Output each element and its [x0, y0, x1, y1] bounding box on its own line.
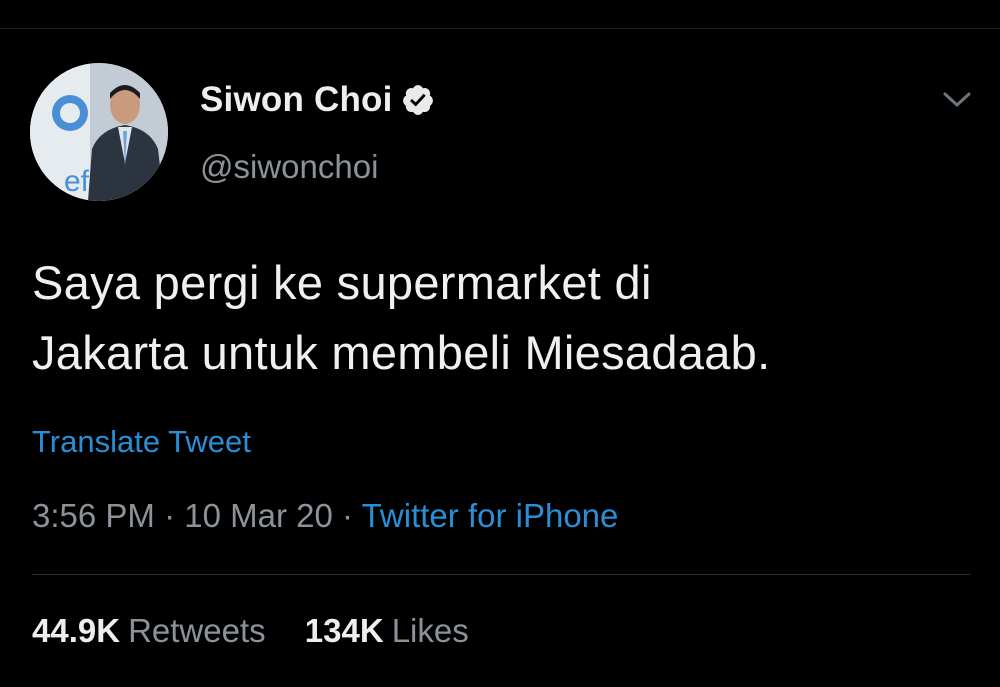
svg-text:ef: ef	[64, 165, 90, 198]
retweets-count: 44.9K	[32, 612, 121, 649]
tweet-source-link[interactable]: Twitter for iPhone	[362, 497, 619, 534]
likes-stat[interactable]: 134K Likes	[305, 612, 469, 649]
tweet-date[interactable]: 10 Mar 20	[184, 497, 333, 534]
verified-badge-icon	[402, 85, 433, 115]
tweet-meta: 3:56 PM · 10 Mar 20 · Twitter for iPhone	[32, 497, 618, 535]
author-header: Siwon Choi @siwonchoi	[200, 78, 435, 186]
likes-count: 134K	[304, 612, 384, 649]
avatar[interactable]: ef	[30, 63, 168, 201]
tweet-text-line: Jakarta untuk membeli Miesadaab.	[32, 326, 771, 379]
display-name[interactable]: Siwon Choi	[200, 80, 393, 120]
handle[interactable]: @siwonchoi	[200, 148, 435, 186]
meta-separator: ·	[164, 497, 176, 534]
tweet-stats: 44.9K Retweets 134K Likes	[32, 612, 469, 650]
retweets-stat[interactable]: 44.9K Retweets	[32, 612, 266, 649]
stats-divider	[32, 574, 970, 575]
tweet-text-line: Saya pergi ke supermarket di	[32, 256, 652, 309]
profile-photo: ef	[30, 63, 168, 201]
chevron-down-icon[interactable]	[940, 88, 974, 112]
retweets-label: Retweets	[128, 612, 266, 649]
name-row: Siwon Choi	[200, 78, 435, 122]
meta-separator: ·	[342, 497, 354, 534]
likes-label: Likes	[391, 612, 469, 649]
top-divider	[0, 28, 1000, 29]
tweet-time[interactable]: 3:56 PM	[32, 497, 155, 534]
tweet-text: Saya pergi ke supermarket di Jakarta unt…	[32, 248, 982, 388]
translate-tweet-link[interactable]: Translate Tweet	[32, 424, 251, 460]
